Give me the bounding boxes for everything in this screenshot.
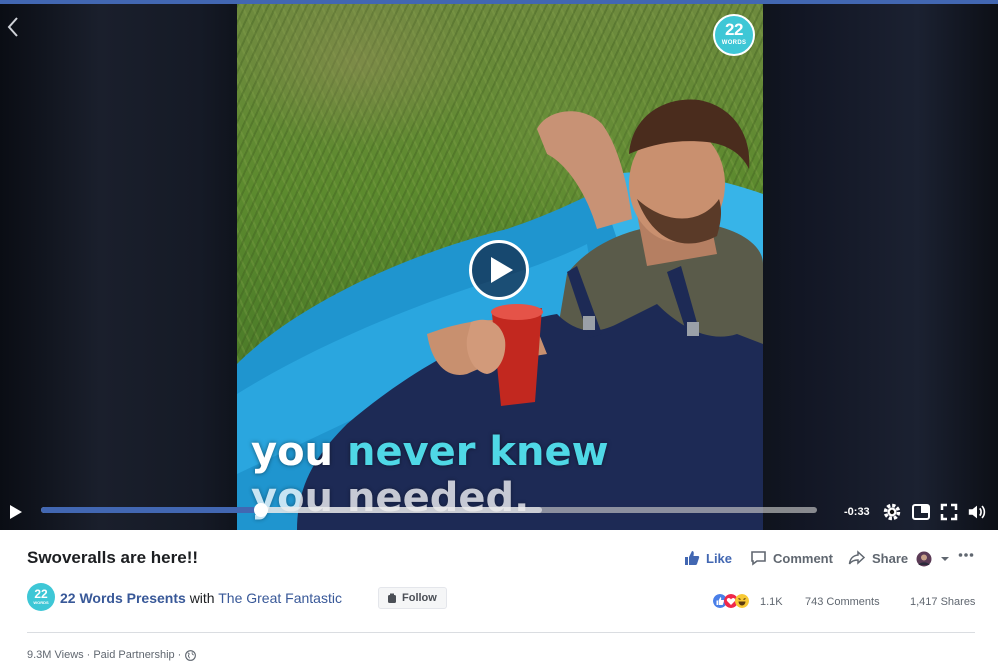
big-play-button[interactable] <box>469 240 529 300</box>
reactions-count[interactable]: 1.1K <box>760 596 783 608</box>
play-icon <box>491 257 513 283</box>
publisher-logo-number: 22 <box>34 587 48 601</box>
comments-count[interactable]: 743 Comments <box>805 596 880 608</box>
play-icon[interactable] <box>8 503 24 521</box>
divider <box>27 632 975 633</box>
share-label: Share <box>872 550 909 566</box>
publisher-line: 22 Words Presents with The Great Fantast… <box>60 590 342 606</box>
video-player[interactable]: 22 WORDS you never knew you needed. -0:3… <box>0 4 998 530</box>
separator-dot: · <box>177 649 182 661</box>
ellipsis-icon <box>958 553 974 557</box>
like-thumb-icon <box>685 551 700 565</box>
haha-reaction-icon <box>735 594 749 608</box>
globe-icon[interactable] <box>185 649 197 661</box>
publisher-logo[interactable]: 22 WORDS <box>27 583 55 611</box>
partner-name-link[interactable]: The Great Fantastic <box>218 590 342 606</box>
post-title: Swoveralls are here!! <box>27 548 199 567</box>
comment-label: Comment <box>773 550 833 566</box>
caret-down-icon <box>941 557 949 561</box>
comment-bubble-icon <box>751 551 766 566</box>
with-text: with <box>189 590 215 606</box>
pip-icon[interactable] <box>911 502 931 522</box>
brand-badge: 22 WORDS <box>713 14 755 56</box>
post-as-selector[interactable] <box>916 551 956 567</box>
back-chevron-icon[interactable] <box>4 14 22 40</box>
follow-label: Follow <box>402 592 437 604</box>
share-arrow-icon <box>848 550 866 565</box>
paid-partnership-label[interactable]: Paid Partnership <box>93 649 174 661</box>
caption-word: you <box>251 429 334 475</box>
seek-bar[interactable] <box>41 503 817 517</box>
publisher-logo-word: WORDS <box>33 600 49 605</box>
caption-line-1: you never knew <box>251 429 609 475</box>
caption-line-2: you needed. <box>251 475 530 521</box>
avatar <box>916 551 932 567</box>
like-button[interactable]: Like <box>684 550 732 566</box>
volume-icon[interactable] <box>967 502 987 522</box>
like-label: Like <box>706 550 733 566</box>
publisher-name-link[interactable]: 22 Words Presents <box>60 590 186 606</box>
share-button[interactable]: Share <box>848 550 908 566</box>
time-remaining: -0:33 <box>844 506 870 518</box>
separator-dot: · <box>86 649 91 661</box>
post-meta: 9.3M Views · Paid Partnership · <box>27 649 197 661</box>
reactions-summary[interactable] <box>713 594 749 608</box>
shares-count[interactable]: 1,417 Shares <box>910 596 975 608</box>
more-options-button[interactable] <box>958 552 980 558</box>
follow-icon <box>388 593 396 603</box>
brand-badge-word: WORDS <box>721 40 747 46</box>
views-count: 9.3M Views <box>27 649 84 661</box>
caption-highlight: never knew <box>346 429 609 475</box>
follow-button[interactable]: Follow <box>378 587 447 609</box>
fullscreen-icon[interactable] <box>939 502 959 522</box>
brand-badge-number: 22 <box>725 20 743 39</box>
gear-icon[interactable] <box>882 502 902 522</box>
seek-progress <box>41 507 262 513</box>
comment-button[interactable]: Comment <box>750 550 833 566</box>
